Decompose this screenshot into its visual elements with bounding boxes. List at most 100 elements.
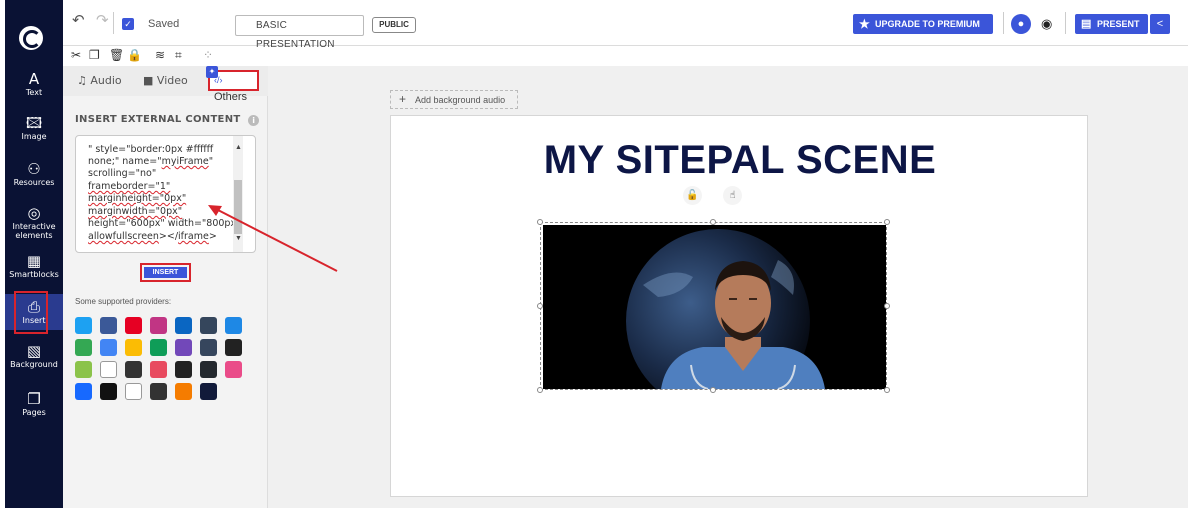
quora-style-icon[interactable]	[225, 339, 242, 356]
wikipedia-icon[interactable]	[100, 361, 117, 378]
star-icon: ★	[859, 17, 870, 31]
info-icon[interactable]: i	[248, 115, 260, 126]
google-forms-icon[interactable]	[175, 339, 192, 356]
doctor-photo[interactable]	[543, 225, 886, 389]
dots-icon[interactable]	[150, 361, 167, 378]
twitter-icon[interactable]	[75, 317, 92, 334]
unlock-icon[interactable]: 🔓	[683, 186, 702, 205]
rail-item-resources[interactable]: ⚇ Resources	[5, 160, 63, 190]
scroll-up-icon[interactable]: ▲	[235, 144, 242, 151]
google-docs-icon[interactable]	[100, 339, 117, 356]
behance-icon[interactable]	[75, 383, 92, 400]
rail-item-smartblocks[interactable]: ▦ Smartblocks	[5, 252, 63, 282]
plus-icon: +	[399, 92, 407, 106]
delete-icon[interactable]: 🗑	[109, 48, 124, 62]
stats-icon[interactable]	[75, 361, 92, 378]
copy-icon[interactable]: ❐	[89, 48, 100, 62]
saved-check-icon: ✓	[122, 18, 134, 30]
insert-button[interactable]: INSERT	[140, 263, 191, 282]
pin-panel-icon[interactable]: ✦	[206, 66, 218, 78]
rail-item-interactive-elements[interactable]: ◎ Interactive elements	[5, 204, 63, 244]
share-icon[interactable]: <	[1150, 14, 1170, 34]
dribbble-icon[interactable]	[225, 361, 242, 378]
scene-stage[interactable]: MY SITEPAL SCENE 🔓 ☝	[390, 115, 1088, 497]
flickr-icon[interactable]	[100, 383, 117, 400]
linkedin-icon[interactable]	[175, 317, 192, 334]
upgrade-button[interactable]: ★ UPGRADE TO PREMIUM	[853, 14, 993, 34]
google-maps-icon[interactable]	[75, 339, 92, 356]
blogger-style-icon[interactable]	[225, 317, 242, 334]
tab-video[interactable]: ■ Video	[143, 74, 188, 87]
tumblr-icon[interactable]	[200, 317, 217, 334]
github-icon[interactable]	[200, 361, 217, 378]
rail-item-pages[interactable]: ❐ Pages	[5, 390, 63, 420]
preview-eye-icon[interactable]: ◉	[1041, 16, 1052, 32]
rail-item-label: Pages	[22, 408, 46, 417]
present-icon: ▤	[1081, 18, 1092, 30]
code-line: " style="border:0px #ffffff	[88, 144, 214, 155]
panel-tabs: ♫ Audio ■ Video ‹/› Others	[63, 66, 268, 103]
codepen-icon[interactable]	[175, 361, 192, 378]
present-button[interactable]: ▤ PRESENT	[1075, 14, 1148, 34]
streamable-icon[interactable]	[150, 383, 167, 400]
public-button[interactable]: PUBLIC	[372, 17, 416, 33]
resize-handle[interactable]	[537, 303, 543, 309]
resources-icon: ⚇	[27, 160, 41, 178]
undo-icon[interactable]: ↶	[72, 13, 85, 28]
interactivity-icon[interactable]: ☝	[723, 186, 742, 205]
smartblocks-icon: ▦	[26, 252, 42, 270]
interactive-icon: ◎	[27, 204, 41, 222]
resize-handle[interactable]	[537, 219, 543, 225]
scene-title[interactable]: MY SITEPAL SCENE	[391, 138, 1089, 183]
divider	[1065, 12, 1066, 34]
code-line: frameborder="1"	[88, 181, 171, 192]
user-avatar-icon[interactable]: ●	[1011, 14, 1031, 34]
resize-handle[interactable]	[710, 219, 716, 225]
app-window: A Text 🖾 Image ⚇ Resources ◎ Interactive…	[0, 0, 1188, 508]
cube-icon[interactable]	[125, 361, 142, 378]
insert-button-label: INSERT	[144, 267, 187, 278]
section-title-text: INSERT EXTERNAL CONTENT	[75, 114, 241, 125]
rail-item-text[interactable]: A Text	[5, 70, 63, 98]
image-selection-frame[interactable]	[540, 222, 887, 390]
amazon-icon[interactable]	[125, 383, 142, 400]
resize-handle[interactable]	[884, 303, 890, 309]
tumblr-t-icon[interactable]	[200, 339, 217, 356]
insert-panel: ♫ Audio ■ Video ‹/› Others INSERT EXTERN…	[63, 66, 268, 508]
facebook-icon[interactable]	[100, 317, 117, 334]
diamond-icon[interactable]	[175, 383, 192, 400]
rail-item-label: Text	[25, 88, 43, 97]
presentation-title-input[interactable]: BASIC PRESENTATION	[235, 15, 364, 50]
rail-item-image[interactable]: 🖾 Image	[5, 114, 63, 144]
add-background-audio-button[interactable]: + Add background audio	[390, 90, 518, 109]
rail-item-label: Resources	[13, 178, 55, 187]
cut-icon[interactable]: ✂	[71, 48, 81, 62]
section-title: INSERT EXTERNAL CONTENT i	[75, 114, 260, 126]
google-drive-icon[interactable]	[125, 339, 142, 356]
tab-audio[interactable]: ♫ Audio	[77, 74, 122, 87]
align-icon[interactable]: ⌗	[175, 48, 182, 63]
left-rail: A Text 🖾 Image ⚇ Resources ◎ Interactive…	[5, 0, 63, 508]
redo-icon[interactable]: ↷	[96, 13, 109, 28]
group-icon[interactable]: ⁘	[203, 48, 213, 62]
video-icon: ■	[143, 74, 154, 87]
tab-label: Others	[214, 91, 248, 103]
resize-handle[interactable]	[537, 387, 543, 393]
genially-icon[interactable]	[200, 383, 217, 400]
tab-label: Audio	[90, 74, 122, 87]
rail-item-label: Image	[21, 132, 47, 141]
layers-icon[interactable]: ≋	[155, 48, 165, 62]
top-bar: ↶ ↷ ✓ Saved BASIC PRESENTATION PUBLIC ★ …	[63, 0, 1188, 50]
resize-handle[interactable]	[884, 387, 890, 393]
pinterest-icon[interactable]	[125, 317, 142, 334]
providers-label: Some supported providers:	[75, 297, 172, 306]
resize-handle[interactable]	[710, 387, 716, 393]
genially-logo-icon[interactable]	[19, 26, 43, 50]
rail-item-label: Smartblocks	[9, 270, 59, 279]
lock-icon[interactable]: 🔒	[127, 48, 142, 62]
instagram-icon[interactable]	[150, 317, 167, 334]
rail-item-background[interactable]: ▧ Background	[5, 342, 63, 372]
resize-handle[interactable]	[884, 219, 890, 225]
code-line: scrolling="no"	[88, 168, 157, 179]
google-sheets-icon[interactable]	[150, 339, 167, 356]
